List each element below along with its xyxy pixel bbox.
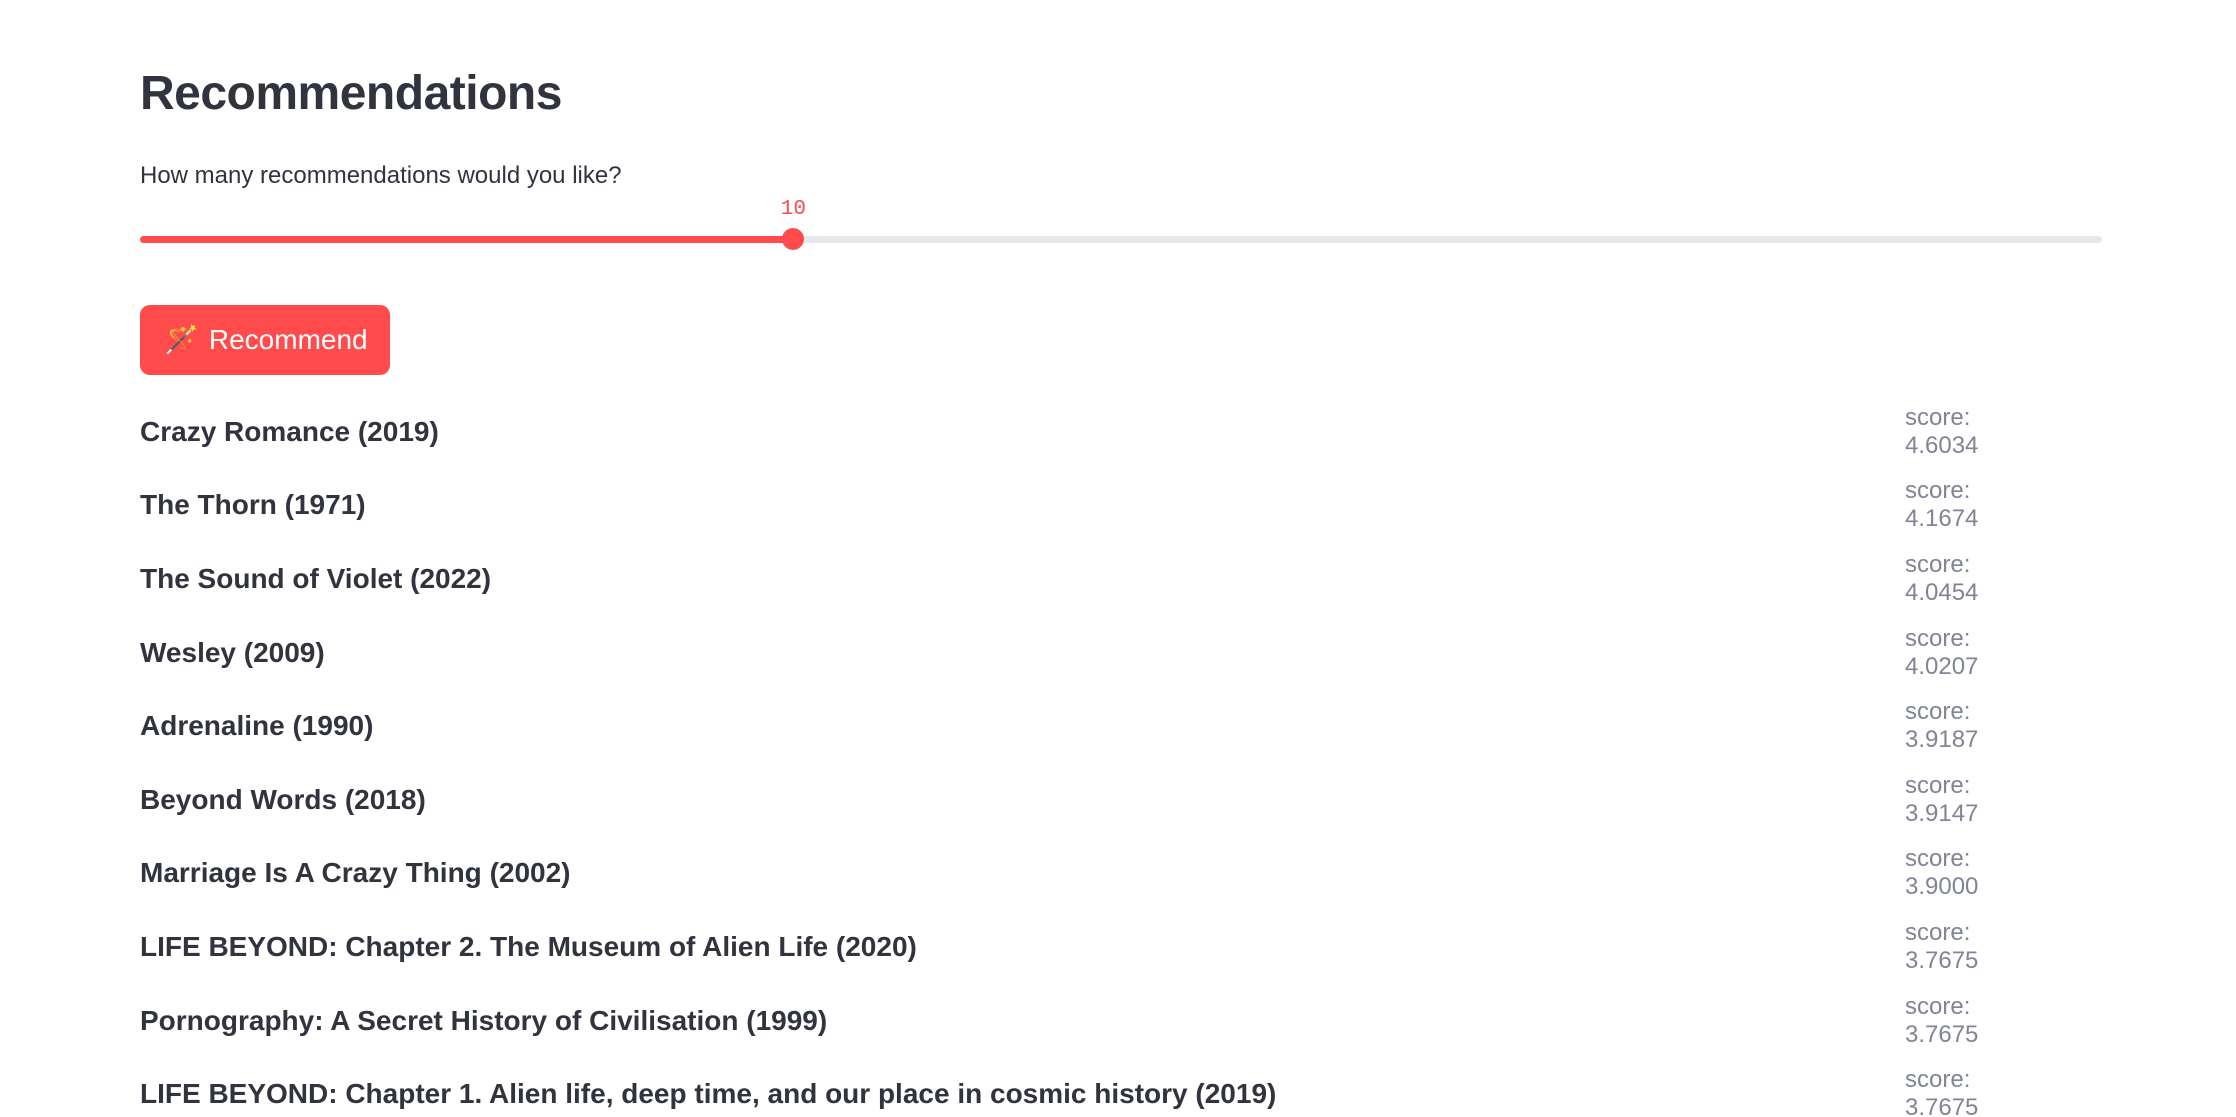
- list-item: Adrenaline (1990) score: 3.9187: [140, 689, 2040, 763]
- recommendations-page: Recommendations How many recommendations…: [0, 0, 2236, 1117]
- slider-thumb[interactable]: [782, 228, 805, 250]
- result-title: Pornography: A Secret History of Civilis…: [140, 1004, 828, 1036]
- result-title: Marriage Is A Crazy Thing (2002): [140, 857, 571, 889]
- list-item: The Thorn (1971) score: 4.1674: [140, 469, 2040, 543]
- slider-value: 10: [780, 198, 806, 221]
- slider-label: How many recommendations would you like?: [140, 162, 622, 189]
- result-title: LIFE BEYOND: Chapter 1. Alien life, deep…: [140, 1078, 1277, 1110]
- list-item: LIFE BEYOND: Chapter 2. The Museum of Al…: [140, 910, 2040, 984]
- result-title: Crazy Romance (2019): [140, 415, 439, 447]
- list-item: The Sound of Violet (2022) score: 4.0454: [140, 542, 2040, 616]
- list-item: Wesley (2009) score: 4.0207: [140, 616, 2040, 690]
- result-score: score: 3.7675: [1905, 992, 1979, 1048]
- result-score: score: 4.0207: [1905, 624, 1979, 680]
- result-score: score: 4.1674: [1905, 477, 1979, 533]
- list-item: Pornography: A Secret History of Civilis…: [140, 984, 2040, 1058]
- page-title: Recommendations: [140, 67, 562, 120]
- slider-fill: [140, 236, 794, 243]
- result-title: The Sound of Violet (2022): [140, 562, 492, 594]
- list-item: Marriage Is A Crazy Thing (2002) score: 3…: [140, 837, 2040, 911]
- list-item: Crazy Romance (2019) score: 4.6034: [140, 395, 2040, 469]
- recommend-button-label: Recommend: [208, 324, 368, 355]
- result-title: The Thorn (1971): [140, 489, 366, 521]
- list-item: LIFE BEYOND: Chapter 1. Alien life, deep…: [140, 1057, 2040, 1117]
- result-score: score: 3.7675: [1905, 1066, 1979, 1117]
- result-title: Beyond Words (2018): [140, 783, 426, 815]
- recommend-button[interactable]: 🪄 Recommend: [140, 305, 390, 375]
- result-score: score: 4.0454: [1905, 550, 1979, 606]
- magic-wand-icon: 🪄: [164, 324, 199, 355]
- result-score: score: 3.9147: [1905, 771, 1979, 827]
- recommendation-count-slider[interactable]: 10: [140, 198, 2102, 266]
- result-score: score: 3.7675: [1905, 918, 1979, 974]
- list-item: Beyond Words (2018) score: 3.9147: [140, 763, 2040, 837]
- recommendation-list: Crazy Romance (2019) score: 4.6034 The Tho…: [140, 395, 2040, 1117]
- result-score: score: 3.9187: [1905, 698, 1979, 754]
- result-title: Wesley (2009): [140, 636, 325, 668]
- result-title: Adrenaline (1990): [140, 710, 374, 742]
- result-score: score: 3.9000: [1905, 845, 1979, 901]
- result-score: score: 4.6034: [1905, 403, 1979, 459]
- result-title: LIFE BEYOND: Chapter 2. The Museum of Al…: [140, 930, 917, 962]
